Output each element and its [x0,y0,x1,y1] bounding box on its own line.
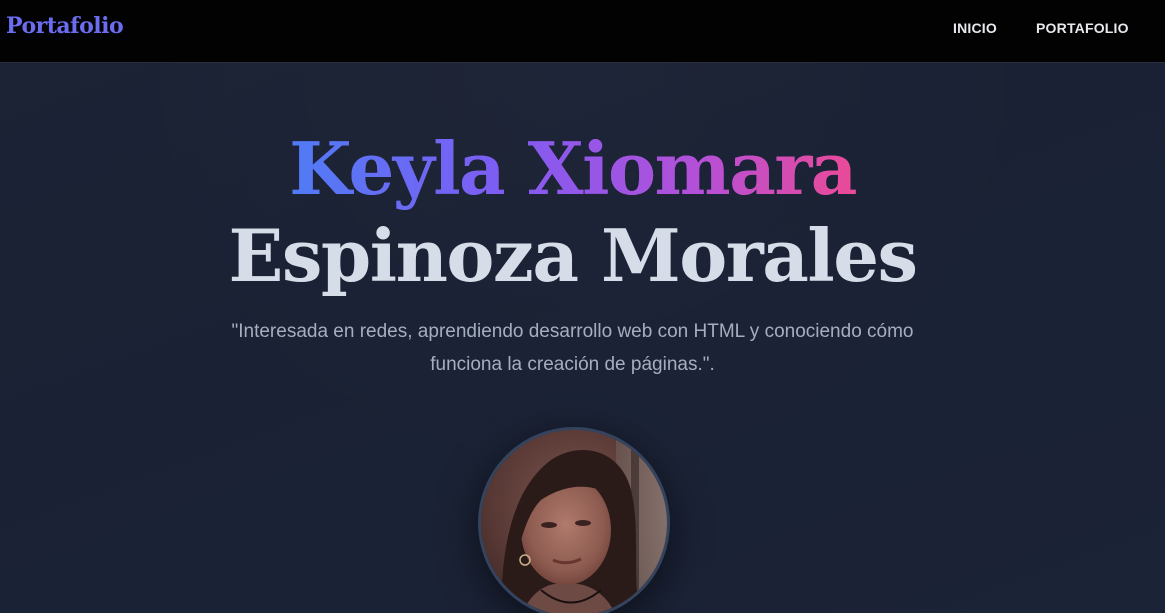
top-navbar: Portafolio INICIO PORTAFOLIO [0,0,1165,63]
nav-link-inicio[interactable]: INICIO [953,20,997,36]
hero-tagline: "Interesada en redes, aprendiendo desarr… [231,321,914,375]
hero-first-name: Keyla Xiomara [0,127,1145,211]
profile-photo-image [481,430,667,613]
hero-first-name-text: Keyla Xiomara [289,126,857,212]
nav-link-portafolio[interactable]: PORTAFOLIO [1036,20,1129,36]
avatar [478,427,670,613]
brand-logo-link[interactable]: Portafolio [6,13,124,39]
hero-section: Keyla Xiomara Espinoza Morales "Interesa… [0,63,1165,613]
hero-last-name: Espinoza Morales [228,213,918,299]
